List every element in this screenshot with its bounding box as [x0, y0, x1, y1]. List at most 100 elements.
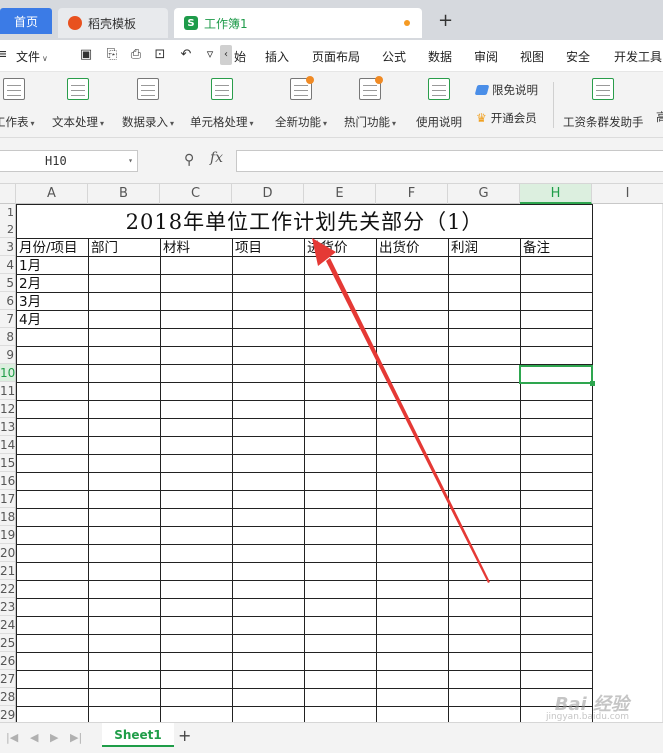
data-cell[interactable]: [519, 382, 594, 401]
data-cell[interactable]: [448, 472, 521, 491]
header-cell[interactable]: 出货价: [376, 238, 449, 257]
data-cell[interactable]: [160, 454, 233, 473]
data-cell[interactable]: [232, 526, 305, 545]
usage-guide-button[interactable]: 使用说明: [416, 78, 462, 130]
first-sheet-icon[interactable]: |◀: [6, 731, 18, 744]
data-cell[interactable]: [232, 310, 305, 329]
row-header[interactable]: 28: [0, 688, 15, 706]
data-cell[interactable]: [160, 490, 233, 509]
menu-start-partial[interactable]: 始: [234, 48, 246, 65]
tab-workbook[interactable]: S 工作簿1: [174, 8, 422, 38]
row-header[interactable]: 26: [0, 652, 15, 670]
data-cell[interactable]: [519, 418, 594, 437]
data-cell[interactable]: [304, 256, 377, 275]
data-cell[interactable]: [448, 490, 521, 509]
data-cell[interactable]: [88, 526, 161, 545]
data-cell[interactable]: [519, 292, 594, 311]
column-header[interactable]: A: [16, 184, 88, 204]
data-cell[interactable]: [304, 544, 377, 563]
data-cell[interactable]: [160, 436, 233, 455]
data-cell[interactable]: [160, 328, 233, 347]
row-header[interactable]: 27: [0, 670, 15, 688]
data-cell[interactable]: [376, 274, 449, 293]
data-cell[interactable]: [160, 688, 233, 707]
row-header[interactable]: 13: [0, 418, 15, 436]
cell-process-button[interactable]: 单元格处理 ▾: [190, 78, 254, 130]
data-cell[interactable]: [304, 364, 377, 383]
data-cell[interactable]: [448, 274, 521, 293]
month-cell[interactable]: [16, 400, 89, 419]
print-icon[interactable]: ⎙: [128, 47, 144, 63]
data-cell[interactable]: [519, 274, 594, 293]
data-cell[interactable]: [376, 400, 449, 419]
data-cell[interactable]: [88, 256, 161, 275]
data-cell[interactable]: [448, 400, 521, 419]
row-header[interactable]: 16: [0, 472, 15, 490]
data-entry-button[interactable]: 数据录入 ▾: [122, 78, 174, 130]
data-cell[interactable]: [304, 562, 377, 581]
data-cell[interactable]: [448, 292, 521, 311]
data-cell[interactable]: [88, 562, 161, 581]
menu-view[interactable]: 视图: [520, 48, 544, 65]
data-cell[interactable]: [304, 472, 377, 491]
disclaimer-link[interactable]: 限免说明: [474, 82, 538, 98]
last-sheet-icon[interactable]: ▶|: [70, 731, 82, 744]
data-cell[interactable]: [232, 274, 305, 293]
data-cell[interactable]: [376, 580, 449, 599]
month-cell[interactable]: [16, 346, 89, 365]
data-cell[interactable]: [232, 490, 305, 509]
fx-icon[interactable]: fx: [210, 150, 223, 166]
new-tab-button[interactable]: +: [438, 10, 453, 31]
data-cell[interactable]: [232, 598, 305, 617]
menu-developer[interactable]: 开发工具: [614, 48, 662, 65]
data-cell[interactable]: [304, 418, 377, 437]
data-cell[interactable]: [376, 472, 449, 491]
data-cell[interactable]: [304, 580, 377, 599]
data-cell[interactable]: [160, 544, 233, 563]
data-cell[interactable]: [88, 292, 161, 311]
data-cell[interactable]: [232, 670, 305, 689]
new-features-button[interactable]: 全新功能 ▾: [275, 76, 327, 130]
data-cell[interactable]: [88, 382, 161, 401]
row-header[interactable]: 22: [0, 580, 15, 598]
data-cell[interactable]: [304, 670, 377, 689]
row-header[interactable]: 15: [0, 454, 15, 472]
data-cell[interactable]: [376, 382, 449, 401]
data-cell[interactable]: [88, 400, 161, 419]
data-cell[interactable]: [304, 652, 377, 671]
data-cell[interactable]: [88, 472, 161, 491]
worksheet-button[interactable]: 工作表▾: [0, 78, 35, 130]
row-header[interactable]: 20: [0, 544, 15, 562]
month-cell[interactable]: 3月: [16, 292, 89, 311]
data-cell[interactable]: [304, 598, 377, 617]
data-cell[interactable]: [232, 400, 305, 419]
data-cell[interactable]: [232, 544, 305, 563]
month-cell[interactable]: [16, 436, 89, 455]
data-cell[interactable]: [448, 382, 521, 401]
next-sheet-icon[interactable]: ▶: [50, 731, 58, 744]
data-cell[interactable]: [160, 418, 233, 437]
data-cell[interactable]: [160, 256, 233, 275]
data-cell[interactable]: [376, 670, 449, 689]
sheet-tab-sheet1[interactable]: Sheet1: [102, 723, 174, 747]
column-header[interactable]: B: [88, 184, 160, 204]
data-cell[interactable]: [519, 580, 594, 599]
data-cell[interactable]: [376, 292, 449, 311]
table-title[interactable]: 2018年单位工作计划先关部分（1）: [16, 204, 594, 239]
data-cell[interactable]: [304, 490, 377, 509]
data-cell[interactable]: [232, 328, 305, 347]
menu-data[interactable]: 数据: [428, 48, 452, 65]
data-cell[interactable]: [519, 472, 594, 491]
month-cell[interactable]: [16, 634, 89, 653]
data-cell[interactable]: [376, 364, 449, 383]
data-cell[interactable]: [160, 382, 233, 401]
data-cell[interactable]: [160, 274, 233, 293]
column-header[interactable]: C: [160, 184, 232, 204]
row-header[interactable]: 14: [0, 436, 15, 454]
row-header[interactable]: 24: [0, 616, 15, 634]
column-header[interactable]: D: [232, 184, 304, 204]
row-header[interactable]: 12: [0, 400, 15, 418]
data-cell[interactable]: [448, 580, 521, 599]
data-cell[interactable]: [88, 652, 161, 671]
month-cell[interactable]: 2月: [16, 274, 89, 293]
